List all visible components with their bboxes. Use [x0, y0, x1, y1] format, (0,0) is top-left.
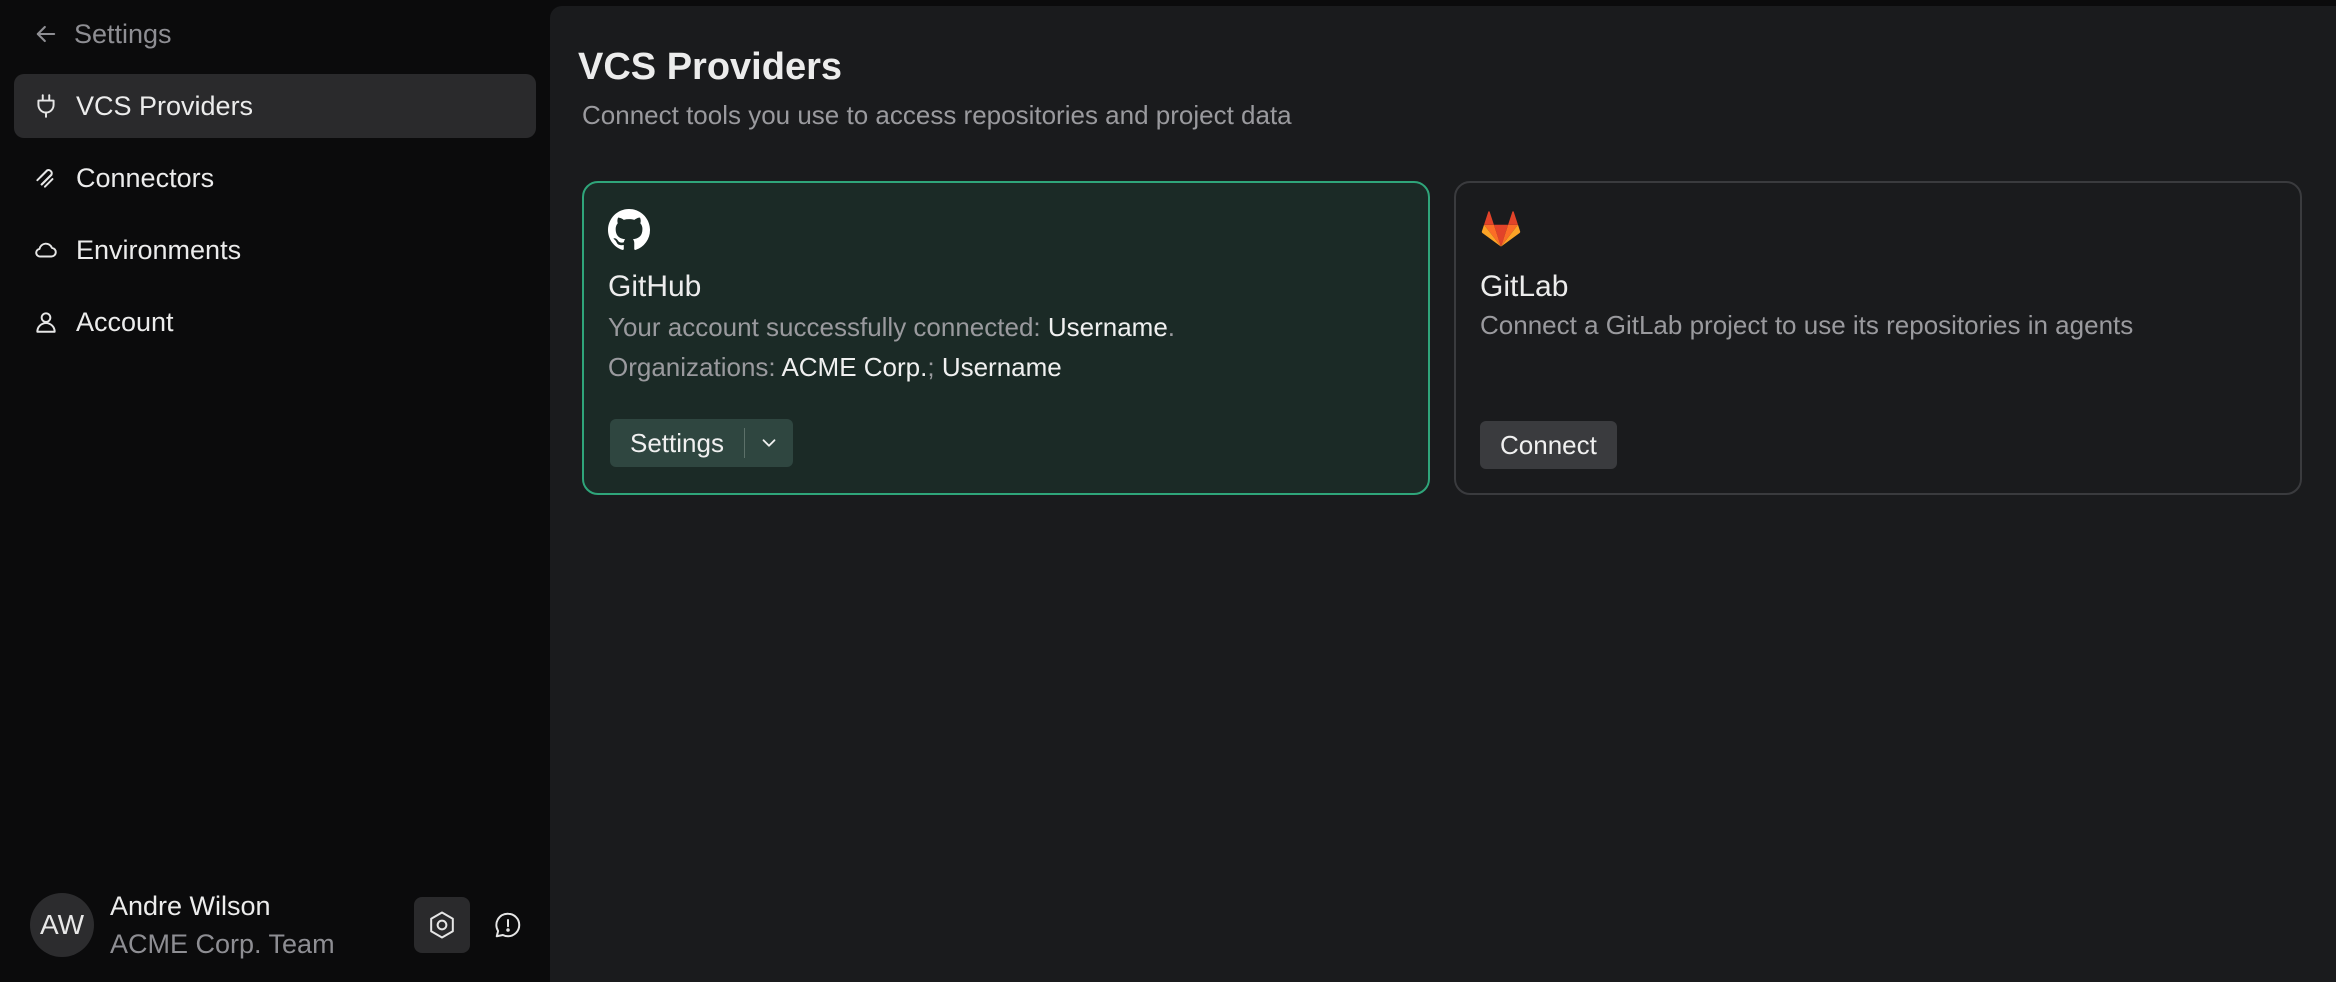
github-settings-button[interactable]: Settings	[610, 419, 744, 467]
org-acme: ACME Corp.	[781, 352, 928, 382]
sidebar-item-label: Environments	[76, 234, 242, 265]
org-separator: ;	[927, 352, 942, 382]
sidebar-item-connectors[interactable]: Connectors	[14, 146, 536, 210]
orgs-prefix: Organizations:	[608, 352, 782, 382]
sidebar-item-environments[interactable]: Environments	[14, 218, 536, 282]
main-panel: VCS Providers Connect tools you use to a…	[550, 6, 2336, 982]
back-label: Settings	[74, 18, 172, 49]
feedback-button[interactable]	[480, 897, 536, 953]
settings-hex-icon	[430, 911, 454, 939]
github-settings-split-button: Settings	[610, 419, 793, 467]
connected-username: Username	[1047, 312, 1168, 342]
sidebar-item-label: Connectors	[76, 162, 215, 193]
user-info: Andre Wilson ACME Corp. Team	[110, 887, 404, 963]
gitlab-card[interactable]: GitLab Connect a GitLab project to use i…	[1454, 181, 2302, 495]
page-subtitle: Connect tools you use to access reposito…	[582, 100, 1292, 130]
app-root: Settings VCS Providers Connectors Enviro…	[0, 0, 2336, 982]
sidebar-item-vcs-providers[interactable]: VCS Providers	[14, 74, 536, 138]
avatar[interactable]: AW	[30, 893, 94, 957]
sidebar-item-label: VCS Providers	[76, 90, 254, 121]
back-to-settings[interactable]: Settings	[14, 0, 536, 68]
settings-nav: VCS Providers Connectors Environments Ac…	[14, 74, 536, 354]
gitlab-icon	[1480, 209, 1524, 253]
chevron-down-icon	[762, 439, 776, 447]
plug-icon	[32, 92, 60, 120]
org-username: Username	[941, 352, 1062, 382]
sidebar-item-label: Account	[76, 306, 174, 337]
page-title: VCS Providers	[578, 46, 842, 88]
chat-alert-icon	[495, 912, 521, 938]
user-team: ACME Corp. Team	[110, 929, 335, 959]
gitlab-description: Connect a GitLab project to use its repo…	[1480, 310, 2134, 340]
connected-prefix: Your account successfully connected:	[608, 312, 1048, 342]
arrow-left-icon	[36, 25, 56, 43]
github-icon	[608, 209, 652, 253]
gitlab-title: GitLab	[1480, 270, 1569, 303]
github-connected-line: Your account successfully connected: Use…	[608, 307, 1404, 347]
connectors-icon	[32, 164, 60, 192]
cloud-icon	[32, 236, 60, 264]
sidebar: Settings VCS Providers Connectors Enviro…	[0, 0, 550, 982]
github-orgs-line: Organizations: ACME Corp.; Username	[608, 347, 1404, 387]
user-footer: AW Andre Wilson ACME Corp. Team	[14, 882, 536, 968]
provider-cards: GitHub Your account successfully connect…	[578, 181, 2306, 495]
github-settings-dropdown[interactable]	[745, 419, 793, 467]
user-icon	[32, 308, 60, 336]
gitlab-connect-button[interactable]: Connect	[1480, 421, 1617, 469]
sidebar-item-account[interactable]: Account	[14, 290, 536, 354]
connected-period: .	[1167, 312, 1176, 342]
settings-hex-button[interactable]	[414, 897, 470, 953]
github-title: GitHub	[608, 270, 702, 303]
user-name: Andre Wilson	[110, 891, 271, 921]
github-card[interactable]: GitHub Your account successfully connect…	[582, 181, 1430, 495]
